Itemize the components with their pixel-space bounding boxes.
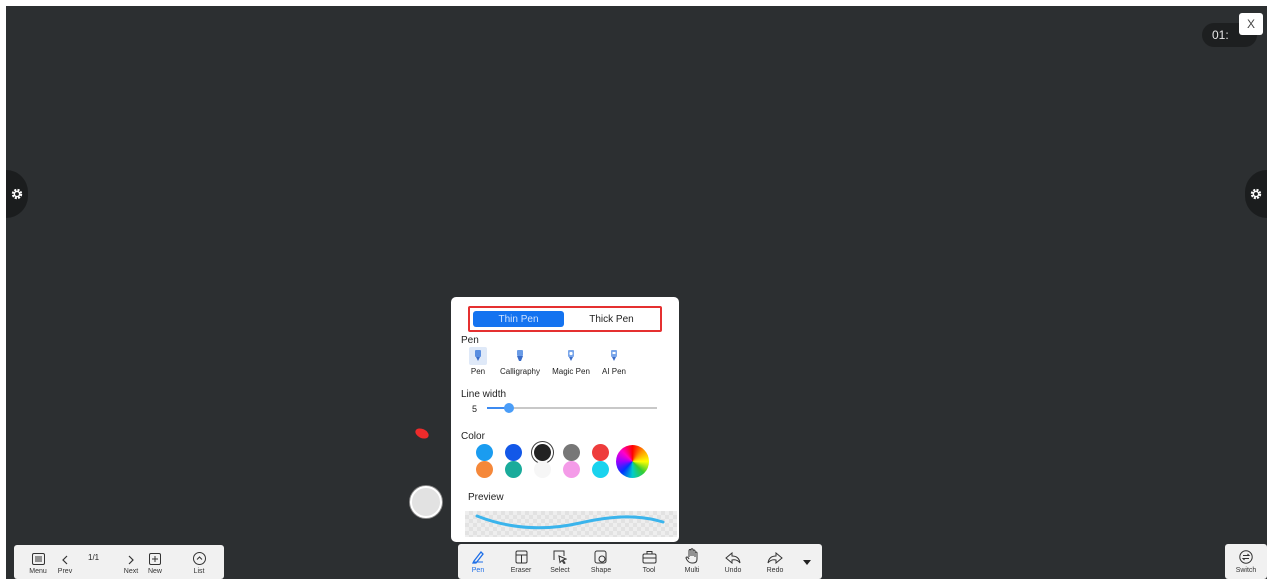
color-swatch[interactable] (592, 461, 609, 478)
switch-item: Switch (1225, 544, 1267, 578)
red-ink-stroke (413, 426, 431, 441)
switch-icon (1239, 544, 1253, 564)
select-label: Select (550, 567, 570, 574)
gear-icon (1250, 188, 1262, 200)
color-label: Color (461, 431, 485, 442)
pen-type-calligraphy[interactable]: Calligraphy (497, 347, 543, 376)
color-swatch[interactable] (476, 461, 493, 478)
line-width-slider-thumb[interactable] (504, 403, 515, 413)
color-swatch[interactable] (534, 461, 551, 478)
tool-eraser-button[interactable]: Eraser (508, 544, 534, 578)
prev-label: Prev (57, 568, 73, 575)
pen-type-list: Pen Calligraphy Magic Pen AI Pen (465, 347, 629, 376)
color-swatch[interactable] (563, 444, 580, 461)
calligraphy-pen-icon (511, 347, 529, 365)
tab-thick-pen[interactable]: Thick Pen (566, 311, 657, 327)
timer-text: 01: (1212, 28, 1229, 42)
color-swatch[interactable] (534, 444, 551, 461)
pen-type-magic-pen[interactable]: Magic Pen (549, 347, 593, 376)
color-swatch[interactable] (505, 444, 522, 461)
chevron-right-icon (127, 545, 135, 565)
magic-pen-icon (562, 347, 580, 365)
redo-label: Redo (766, 567, 784, 574)
tab-thin-pen[interactable]: Thin Pen (473, 311, 564, 327)
floating-color-indicator[interactable] (410, 486, 442, 518)
gear-icon (11, 188, 23, 200)
list-expand-icon (192, 545, 206, 565)
pen-settings-panel: Thin Pen Thick Pen Pen Pen Calligraphy M… (451, 297, 679, 542)
pen-thickness-tabs: Thin Pen Thick Pen (468, 306, 662, 332)
color-swatch[interactable] (505, 461, 522, 478)
color-wheel-picker[interactable] (616, 445, 649, 478)
list-label: List (193, 568, 205, 575)
tool-select-button[interactable]: Select (547, 544, 573, 578)
switch-label: Switch (1235, 567, 1257, 574)
new-label: New (147, 568, 162, 575)
menu-icon (31, 545, 45, 565)
eraser-label: Eraser (510, 567, 532, 574)
pen-icon (471, 544, 485, 564)
tool-toolbox-button[interactable]: Tool (636, 544, 662, 578)
pen-type-label: AI Pen (601, 367, 626, 376)
pen-type-label: Pen (470, 367, 486, 376)
pen-type-label: Calligraphy (499, 367, 541, 376)
next-page-button[interactable]: Next (120, 545, 142, 579)
line-width-value: 5 (472, 404, 478, 414)
ai-pen-icon (605, 347, 623, 365)
next-label: Next (123, 568, 139, 575)
switch-button[interactable]: Switch (1225, 544, 1267, 579)
toolbar-more-button[interactable] (803, 560, 815, 570)
preview-stroke (475, 514, 665, 530)
toolbox-icon (642, 544, 657, 564)
shape-label: Shape (590, 567, 612, 574)
prev-page-button[interactable]: Prev (54, 545, 76, 579)
preview-label: Preview (468, 492, 504, 503)
hand-icon (685, 544, 699, 564)
undo-label: Undo (724, 567, 742, 574)
line-width-slider[interactable] (487, 403, 657, 413)
stroke-preview (465, 511, 677, 537)
pen-type-pen[interactable]: Pen (465, 347, 491, 376)
page-indicator: 1/1 (88, 553, 100, 562)
right-settings-handle[interactable] (1245, 170, 1267, 218)
pen-type-label: Magic Pen (552, 367, 590, 376)
menu-button[interactable]: Menu (26, 545, 50, 579)
color-swatch[interactable] (563, 461, 580, 478)
color-swatch[interactable] (592, 444, 609, 461)
undo-button[interactable]: Undo (720, 544, 746, 578)
left-settings-handle[interactable] (6, 170, 28, 218)
undo-icon (725, 544, 741, 564)
multi-label: Multi (684, 567, 700, 574)
eraser-icon (515, 544, 528, 564)
tool-multi-button[interactable]: Multi (679, 544, 705, 578)
new-page-button[interactable]: New (144, 545, 166, 579)
pen-icon (469, 347, 487, 365)
triangle-down-icon (803, 560, 811, 565)
select-icon (553, 544, 567, 564)
tool-shape-button[interactable]: Shape (588, 544, 614, 578)
chevron-left-icon (61, 545, 69, 565)
add-page-icon (149, 545, 161, 565)
pen-label: Pen (471, 567, 485, 574)
redo-icon (767, 544, 783, 564)
line-width-label: Line width (461, 389, 507, 400)
tool-label: Tool (642, 567, 656, 574)
pen-type-ai-pen[interactable]: AI Pen (599, 347, 629, 376)
tool-pen-button[interactable]: Pen (466, 544, 490, 578)
redo-button[interactable]: Redo (762, 544, 788, 578)
pen-section-label: Pen (461, 335, 479, 346)
page-toolbar: Menu Prev 1/1 Next New List (14, 545, 224, 579)
color-swatch[interactable] (476, 444, 493, 461)
shape-icon (594, 544, 608, 564)
menu-label: Menu (29, 568, 47, 575)
close-button[interactable]: X (1239, 13, 1263, 35)
page-list-button[interactable]: List (188, 545, 210, 579)
main-toolbar: Pen Eraser Select Shape Tool Multi Undo … (458, 544, 822, 579)
